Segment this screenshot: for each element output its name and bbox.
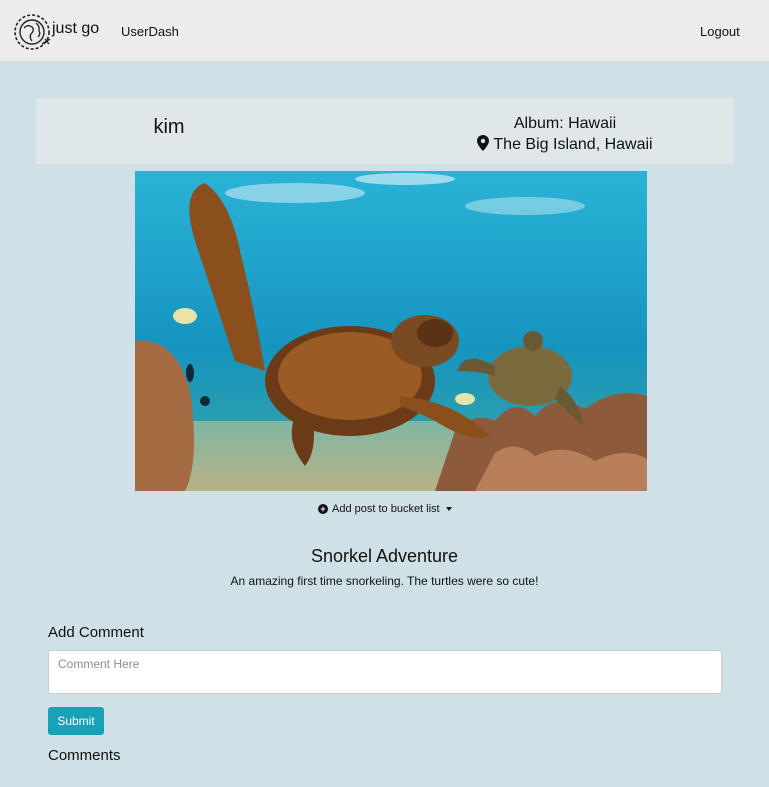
- submit-button[interactable]: Submit: [48, 707, 104, 735]
- globe-logo-icon[interactable]: [12, 12, 54, 52]
- nav-userdash-link[interactable]: UserDash: [121, 24, 179, 39]
- location-text: The Big Island, Hawaii: [493, 136, 653, 153]
- comments-heading: Comments: [48, 747, 121, 764]
- username: kim: [153, 116, 185, 138]
- bucket-label: Add post to bucket list: [332, 503, 440, 515]
- caret-down-icon: [445, 507, 452, 511]
- post-photo: [135, 171, 647, 491]
- post-title: Snorkel Adventure: [310, 546, 459, 566]
- add-comment-label: Add Comment: [48, 624, 144, 641]
- comment-input[interactable]: [48, 650, 722, 694]
- brand-name[interactable]: just go: [52, 20, 99, 38]
- navbar: just go UserDash Logout: [0, 0, 769, 62]
- post-description: An amazing first time snorkeling. The tu…: [230, 574, 539, 588]
- nav-logout-link[interactable]: Logout: [700, 24, 740, 39]
- album-location: The Big Island, Hawaii: [410, 135, 720, 154]
- map-pin-icon: [477, 135, 490, 151]
- album-title: Album: Hawaii: [513, 115, 617, 132]
- add-to-bucket-list-dropdown[interactable]: + Add post to bucket list: [318, 503, 452, 515]
- plus-circle-icon: +: [318, 504, 328, 514]
- post-photo-image: [135, 171, 647, 491]
